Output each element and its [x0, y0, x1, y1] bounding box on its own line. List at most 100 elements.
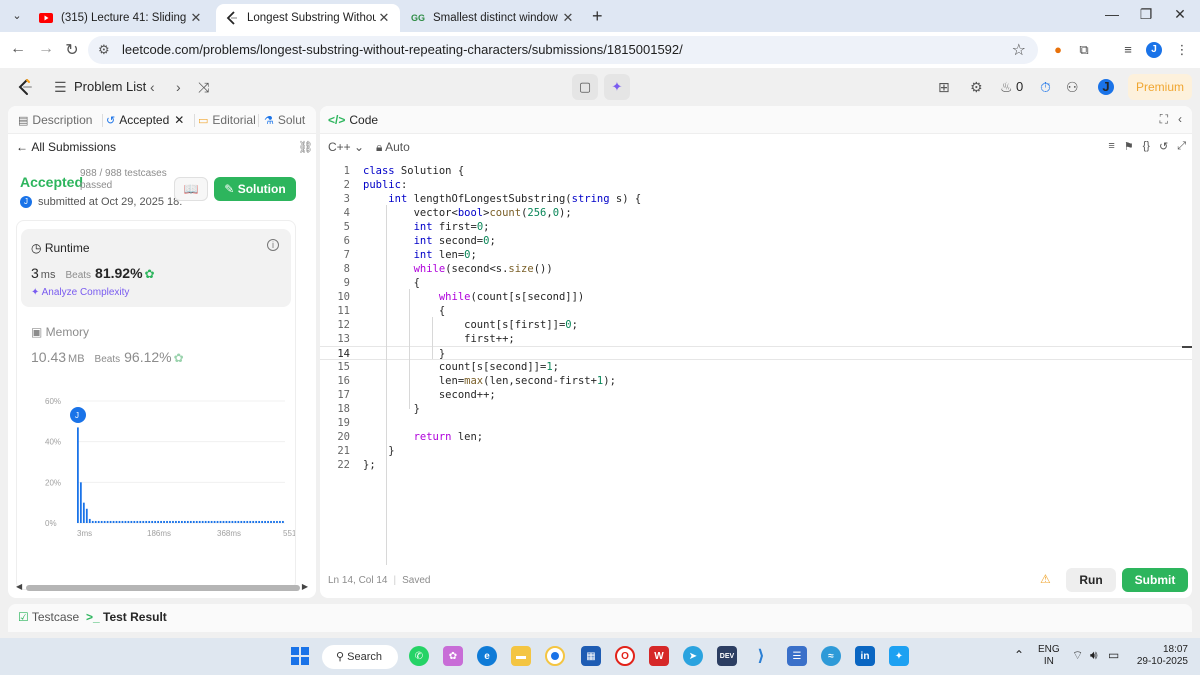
close-tab-icon[interactable]: ✕: [174, 113, 184, 127]
minimize-icon[interactable]: —: [1102, 6, 1122, 22]
media-control-icon[interactable]: ≡: [1120, 42, 1136, 58]
code-line[interactable]: 10 while(count[s[second]]): [320, 290, 1192, 304]
open-book-button[interactable]: 📖: [174, 177, 208, 201]
reload-icon[interactable]: ↻: [62, 40, 82, 60]
tab-editorial[interactable]: ▭ Editorial: [198, 113, 256, 127]
submit-button[interactable]: Submit: [1122, 568, 1188, 592]
collapse-icon[interactable]: ‹: [1178, 112, 1182, 127]
tray-chevron-up-icon[interactable]: ⌃: [1014, 649, 1024, 661]
close-tab-icon[interactable]: ✕: [376, 10, 392, 26]
leetcode-logo[interactable]: [16, 78, 34, 96]
close-window-icon[interactable]: ✕: [1170, 6, 1190, 23]
wps-icon[interactable]: W: [649, 646, 669, 666]
tab-solutions[interactable]: ⚗ Solut: [264, 113, 305, 127]
store-icon[interactable]: ▦: [581, 646, 601, 666]
browser-tab-gfg[interactable]: GG Smallest distinct window | Pract ✕: [402, 4, 584, 32]
notepad-icon[interactable]: ☰: [787, 646, 807, 666]
edge-icon[interactable]: e: [477, 646, 497, 666]
forward-icon[interactable]: →: [36, 40, 56, 58]
layout-grid-icon[interactable]: ⊞: [938, 79, 950, 96]
prev-problem-icon[interactable]: ‹: [150, 79, 155, 95]
code-line[interactable]: 2 public:: [320, 178, 1192, 192]
runtime-distribution-chart[interactable]: 60% 40% 20% 0% 3ms 186ms 368ms 551ms J: [17, 391, 295, 551]
taskbar-search[interactable]: ⚲ Search: [322, 645, 398, 669]
new-tab-plus-icon[interactable]: +: [592, 6, 603, 27]
info-icon[interactable]: i: [267, 239, 279, 251]
code-line[interactable]: 13 first++;: [320, 332, 1192, 346]
premium-button[interactable]: Premium: [1128, 74, 1192, 100]
ai-sparkle-icon[interactable]: ✦: [604, 74, 630, 100]
code-line[interactable]: 14 }: [320, 346, 1192, 360]
vscode-icon[interactable]: ⟩: [751, 646, 771, 666]
auto-mode[interactable]: 🔒︎ Auto: [376, 140, 410, 155]
browser-menu-icon[interactable]: ⋮: [1174, 42, 1190, 58]
extensions-puzzle-icon[interactable]: ⧉: [1076, 42, 1092, 58]
code-line[interactable]: 6 int second=0;: [320, 234, 1192, 248]
scroll-left-icon[interactable]: ◀: [16, 582, 22, 591]
debug-icon[interactable]: ⚠: [1040, 572, 1051, 586]
tab-testcase[interactable]: ☑ Testcase: [18, 610, 79, 624]
language-select[interactable]: C++ ⌄: [328, 140, 364, 154]
wifi-icon[interactable]: ⌔: [1072, 649, 1083, 661]
timer-icon[interactable]: ⏱: [1040, 79, 1051, 96]
add-friend-icon[interactable]: ⚇: [1066, 79, 1079, 96]
site-info-icon[interactable]: ⚙: [98, 42, 110, 58]
opera-icon[interactable]: O: [615, 646, 635, 666]
linkedin-icon[interactable]: in: [855, 646, 875, 666]
profile-avatar[interactable]: J: [1146, 42, 1162, 58]
close-tab-icon[interactable]: ✕: [560, 10, 576, 26]
analyze-complexity-link[interactable]: ✦ Analyze Complexity: [31, 287, 129, 298]
code-line[interactable]: 18 }: [320, 402, 1192, 416]
tab-search-chevron-icon[interactable]: ⌄: [8, 7, 26, 25]
memory-title[interactable]: ▣ Memory: [31, 325, 89, 339]
extension-icon[interactable]: ●: [1050, 42, 1066, 58]
share-link-icon[interactable]: ⛓: [298, 140, 313, 154]
code-line[interactable]: 1 class Solution {: [320, 164, 1192, 178]
browser-tab-youtube[interactable]: (315) Lecture 41: Sliding Windo ✕: [30, 4, 212, 32]
copilot-icon[interactable]: ✿: [443, 646, 463, 666]
code-line[interactable]: 7 int len=0;: [320, 248, 1192, 262]
streak-flame-icon[interactable]: ♨: [1000, 79, 1013, 96]
bookmark-star-icon[interactable]: ☆: [1012, 40, 1026, 60]
all-submissions-link[interactable]: ← All Submissions: [16, 140, 116, 154]
solution-button[interactable]: ✎ Solution: [214, 177, 296, 201]
tab-description[interactable]: ▤ Description: [18, 113, 92, 127]
whatsapp-icon[interactable]: ✆: [409, 646, 429, 666]
tab-accepted[interactable]: ↺ Accepted ✕: [106, 113, 184, 127]
scroll-right-icon[interactable]: ▶: [302, 582, 308, 591]
file-explorer-icon[interactable]: ▬: [511, 646, 531, 666]
close-tab-icon[interactable]: ✕: [188, 10, 204, 26]
problem-list-link[interactable]: Problem List: [74, 79, 146, 94]
runtime-card[interactable]: ◷ Runtime i 3 ms Beats 81.92% ✿ ✦ Analyze Co…: [21, 229, 291, 307]
code-line[interactable]: 21 }: [320, 444, 1192, 458]
user-avatar[interactable]: J: [1098, 79, 1114, 95]
network-app-icon[interactable]: ≈: [821, 646, 841, 666]
code-line[interactable]: 16 len=max(len,second-first+1);: [320, 374, 1192, 388]
language-indicator[interactable]: ENG IN: [1038, 644, 1060, 668]
notes-icon[interactable]: ▢: [572, 74, 598, 100]
format-icon[interactable]: ≡: [1108, 140, 1114, 153]
bookmark-icon[interactable]: ⚑: [1124, 140, 1134, 153]
code-line[interactable]: 5 int first=0;: [320, 220, 1192, 234]
volume-icon[interactable]: 🔊︎: [1090, 649, 1098, 661]
code-line[interactable]: 20 return len;: [320, 430, 1192, 444]
reset-icon[interactable]: ↺: [1159, 140, 1168, 153]
battery-icon[interactable]: ▭: [1108, 649, 1119, 661]
dev-icon[interactable]: DEV: [717, 646, 737, 666]
code-line[interactable]: 22};: [320, 458, 1192, 472]
code-line[interactable]: 4 vector<bool>count(256,0);: [320, 206, 1192, 220]
chrome-icon[interactable]: [545, 646, 565, 666]
settings-gear-icon[interactable]: ⚙: [970, 79, 983, 96]
code-line[interactable]: 19: [320, 416, 1192, 430]
shuffle-icon[interactable]: ⤨: [198, 79, 209, 96]
horizontal-scrollbar[interactable]: ◀ ▶: [16, 582, 308, 592]
twitter-icon[interactable]: ✦: [889, 646, 909, 666]
braces-icon[interactable]: {}: [1143, 140, 1150, 153]
tab-test-result[interactable]: >_ Test Result: [86, 610, 167, 624]
code-line[interactable]: 3 int lengthOfLongestSubstring(string s)…: [320, 192, 1192, 206]
code-line[interactable]: 8 while(second<s.size()): [320, 262, 1192, 276]
run-button[interactable]: Run: [1066, 568, 1116, 592]
code-line[interactable]: 12 count[s[first]]=0;: [320, 318, 1192, 332]
code-line[interactable]: 15 count[s[second]]=1;: [320, 360, 1192, 374]
telegram-icon[interactable]: ➤: [683, 646, 703, 666]
